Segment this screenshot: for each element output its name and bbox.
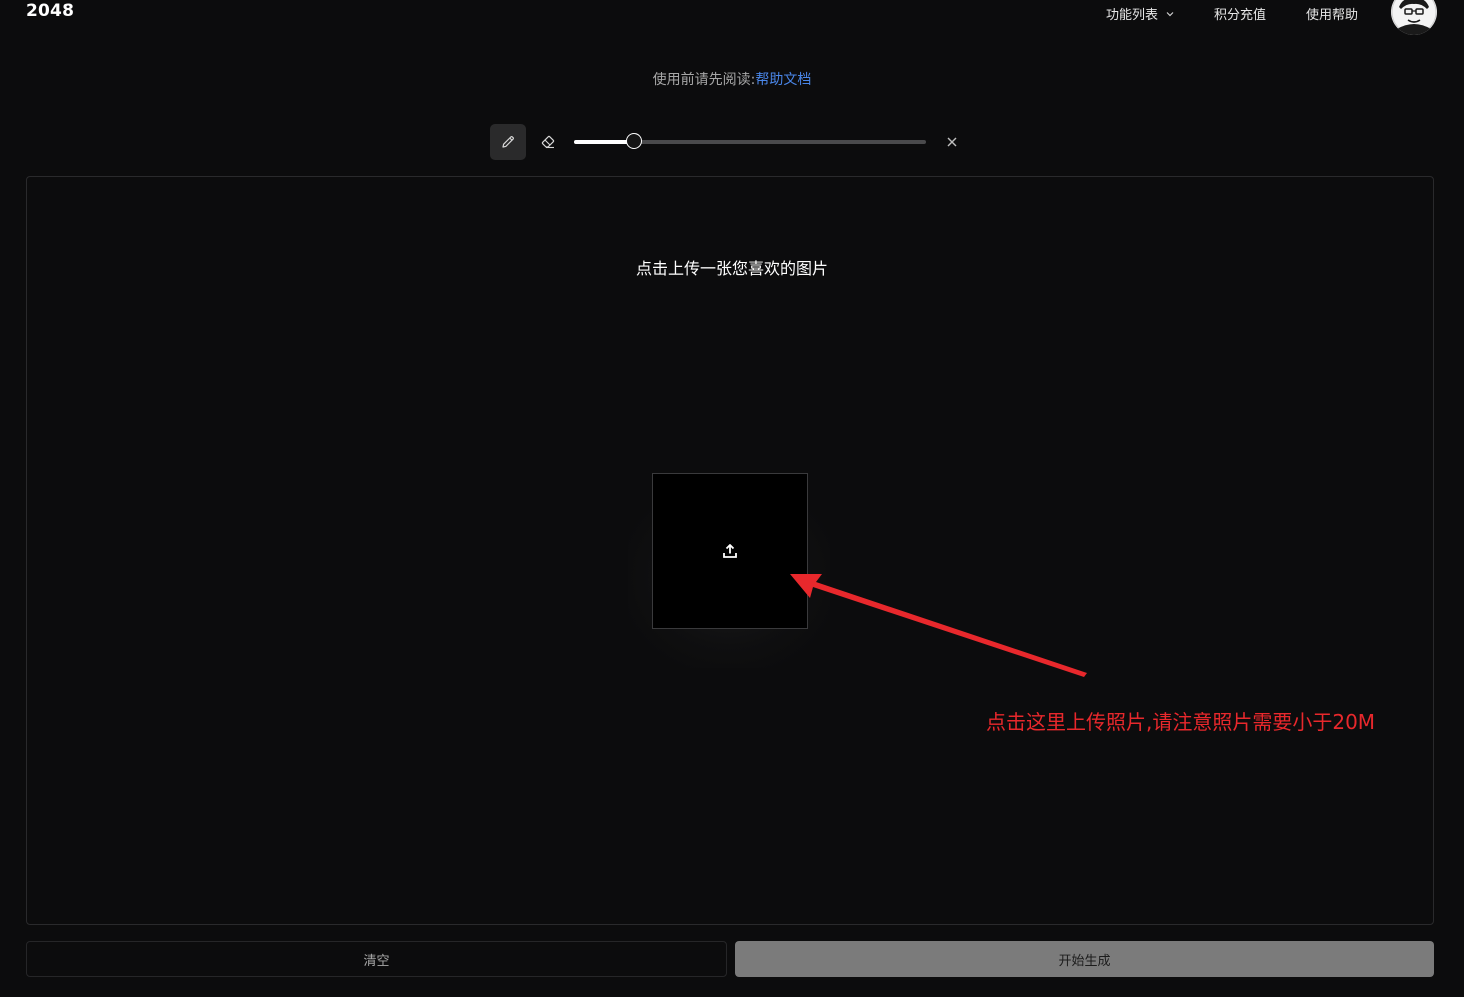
brush-size-slider[interactable] <box>574 133 926 149</box>
nav-recharge-link[interactable]: 积分充值 <box>1214 4 1266 23</box>
top-navigation-bar: 2048 功能列表 积分充值 使用帮助 <box>0 0 1464 40</box>
pencil-icon <box>502 136 514 148</box>
help-doc-link[interactable]: 帮助文档 <box>755 72 811 88</box>
nav-features-label: 功能列表 <box>1106 8 1159 23</box>
upload-prompt-title: 点击上传一张您喜欢的图片 <box>635 259 828 278</box>
eraser-icon <box>541 135 555 149</box>
help-notice-text: 使用前请先阅读: <box>652 72 756 88</box>
eraser-tool-button[interactable] <box>538 132 558 152</box>
app-logo[interactable]: 2048 <box>26 1 74 21</box>
close-icon <box>947 137 957 147</box>
pen-tool-button[interactable] <box>490 124 526 160</box>
brush-size-fill <box>574 140 634 144</box>
nav-features-menu[interactable]: 功能列表 <box>1106 4 1174 23</box>
nav-help-link[interactable]: 使用帮助 <box>1306 4 1358 23</box>
upload-icon <box>723 544 737 558</box>
annotation-arrow <box>790 574 1087 677</box>
user-avatar[interactable] <box>1391 0 1437 35</box>
clear-button[interactable]: 清空 <box>26 941 727 977</box>
avatar-cartoon-icon <box>1391 0 1437 35</box>
brush-size-handle[interactable] <box>625 133 642 149</box>
chevron-down-icon <box>1166 6 1174 21</box>
help-notice: 使用前请先阅读:帮助文档 <box>0 69 1464 89</box>
close-toolbar-button[interactable] <box>944 134 960 150</box>
upload-size-annotation: 点击这里上传照片,请注意照片需要小于20M <box>986 710 1376 734</box>
start-generate-button[interactable]: 开始生成 <box>735 941 1434 977</box>
